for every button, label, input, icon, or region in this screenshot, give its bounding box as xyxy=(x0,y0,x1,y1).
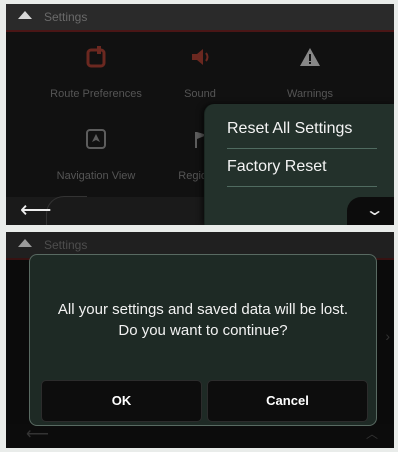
bottom-bar: ⟵ ︿ xyxy=(6,424,394,448)
title-bar: Settings xyxy=(6,4,394,32)
speaker-icon xyxy=(140,46,260,74)
bar-divider xyxy=(46,196,87,225)
chevron-down-icon: ⌄ xyxy=(364,202,385,219)
cancel-button[interactable]: Cancel xyxy=(207,380,368,422)
menu-collapse-button[interactable]: ⌄ xyxy=(347,197,394,225)
tile-route-preferences[interactable]: Route Preferences xyxy=(36,46,156,100)
navigation-view-icon xyxy=(36,128,156,156)
ok-button[interactable]: OK xyxy=(41,380,202,422)
confirm-dialog: All your settings and saved data will be… xyxy=(29,254,377,426)
back-arrow-icon[interactable]: ⟵ xyxy=(20,199,52,221)
back-arrow-icon: ⟵ xyxy=(26,426,49,443)
chevron-up-icon: ︿ xyxy=(365,427,378,441)
settings-screen-menu-open: Settings Route Preferences Sound Warning… xyxy=(6,4,394,225)
chevron-right-icon: › xyxy=(385,328,390,344)
settings-screen-dialog: Settings › ⟵ ︿ All your settings and sav… xyxy=(6,232,394,448)
collapse-up-icon xyxy=(18,239,32,247)
menu-item-factory-reset[interactable]: Factory Reset xyxy=(227,158,377,187)
context-menu: Reset All Settings Factory Reset ⌄ xyxy=(204,104,394,225)
collapse-up-icon[interactable] xyxy=(18,11,32,19)
page-title: Settings xyxy=(44,10,88,24)
route-icon xyxy=(36,46,156,74)
tile-label: Route Preferences xyxy=(50,88,142,100)
menu-item-reset-all-settings[interactable]: Reset All Settings xyxy=(227,120,377,149)
dialog-message-line-2: Do you want to continue? xyxy=(118,322,288,339)
tile-navigation-view[interactable]: Navigation View xyxy=(36,128,156,182)
tile-label: Navigation View xyxy=(56,170,136,182)
tile-warnings[interactable]: Warnings xyxy=(250,46,370,100)
page-title: Settings xyxy=(44,238,88,252)
dialog-message-line-1: All your settings and saved data will be… xyxy=(57,301,349,318)
dialog-message: All your settings and saved data will be… xyxy=(30,299,376,341)
tile-label: Warnings xyxy=(286,88,334,100)
tile-label: Sound xyxy=(184,88,216,100)
tile-sound[interactable]: Sound xyxy=(140,46,260,100)
warning-icon xyxy=(250,46,370,74)
